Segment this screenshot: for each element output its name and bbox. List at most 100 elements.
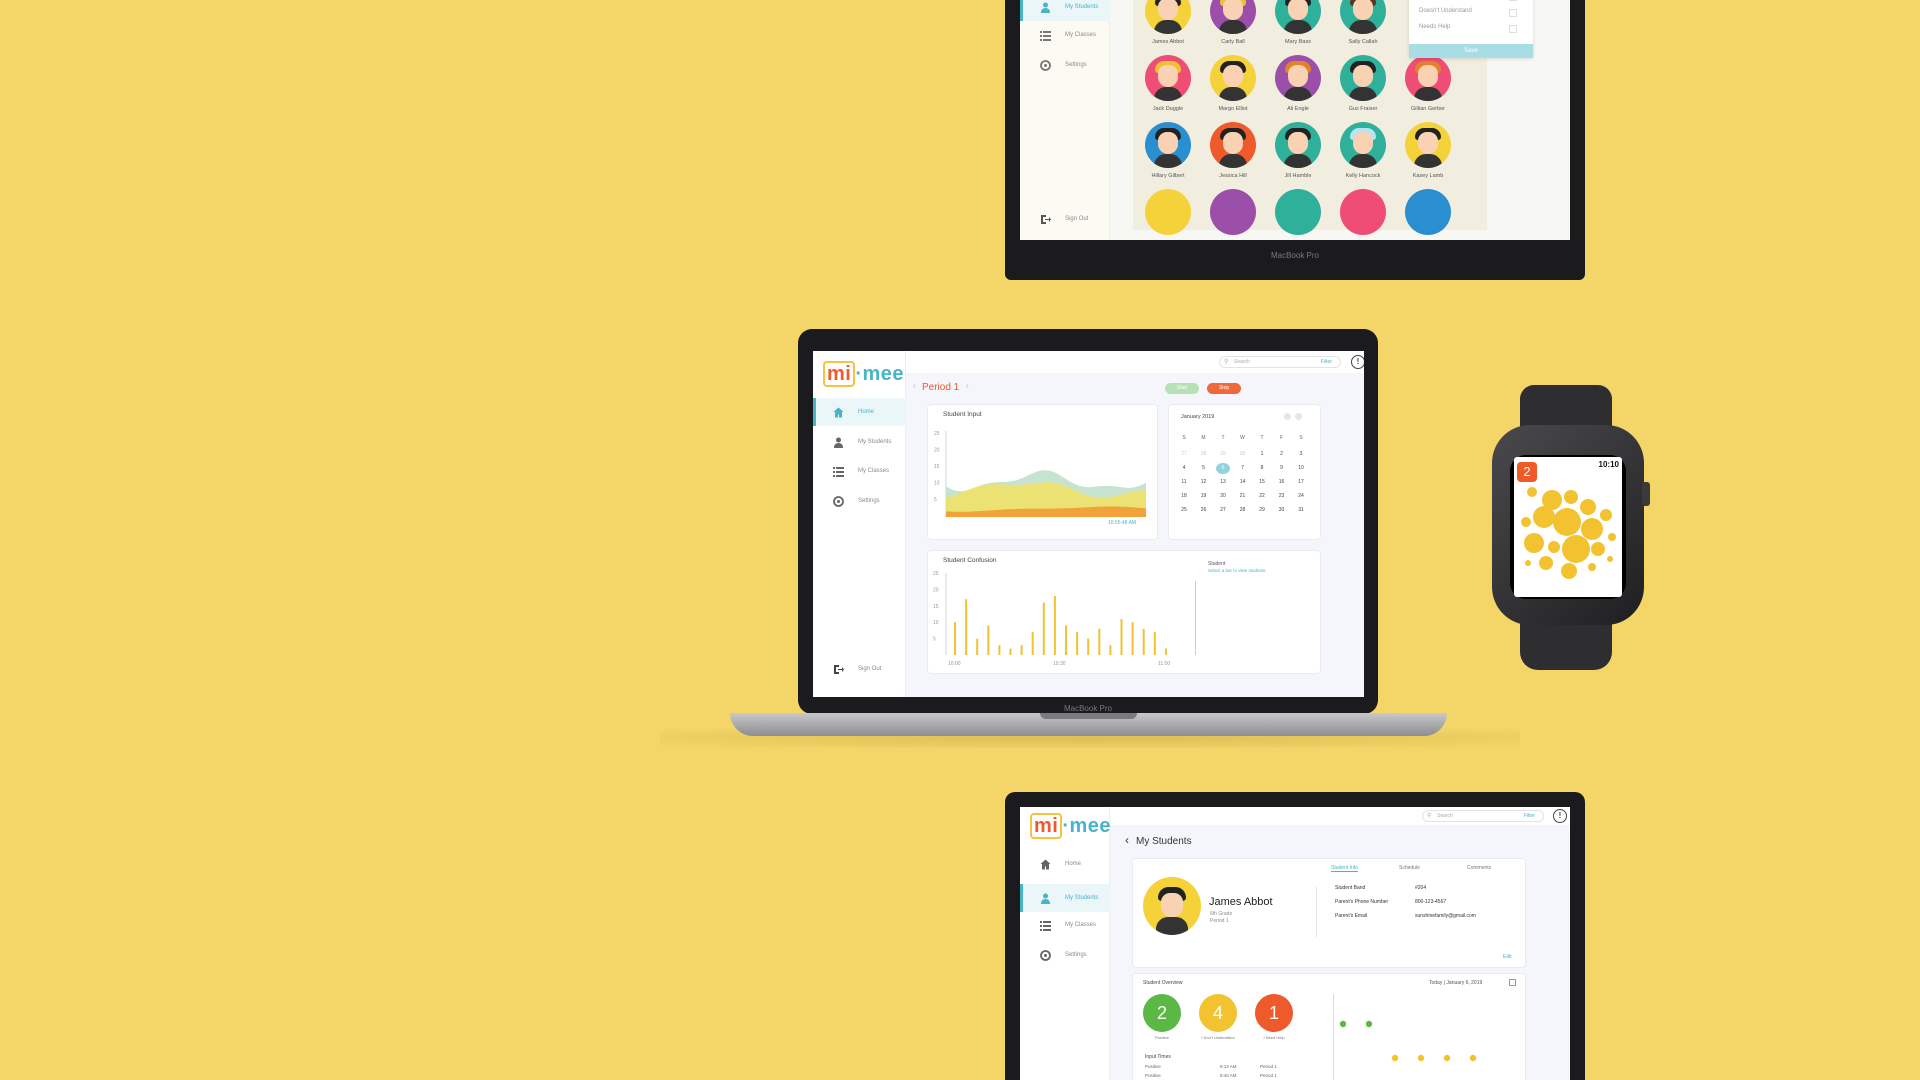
input-dot[interactable] xyxy=(1365,1020,1373,1028)
input-bubble[interactable] xyxy=(1524,533,1544,553)
filter-checkbox[interactable] xyxy=(1509,0,1517,1)
student-avatar[interactable] xyxy=(1210,189,1256,235)
confusion-bar[interactable] xyxy=(954,622,956,655)
calendar-day[interactable]: 12 xyxy=(1197,477,1211,488)
student-avatar[interactable] xyxy=(1275,122,1321,168)
confusion-bar[interactable] xyxy=(1031,632,1034,655)
student-avatar[interactable] xyxy=(1145,55,1191,101)
sidebar-item-home[interactable]: Home xyxy=(1020,850,1110,878)
calendar-day[interactable]: 27 xyxy=(1177,449,1191,460)
input-dot[interactable] xyxy=(1417,1054,1425,1062)
student-avatar[interactable] xyxy=(1340,55,1386,101)
calendar-day[interactable]: 29 xyxy=(1216,449,1230,460)
calendar-day[interactable]: 25 xyxy=(1177,505,1191,516)
student-avatar[interactable] xyxy=(1340,122,1386,168)
sidebar-item-my-classes[interactable]: My Classes xyxy=(1020,911,1110,939)
edit-button[interactable]: Edit xyxy=(1503,954,1512,960)
input-bubble[interactable] xyxy=(1548,541,1560,553)
calendar-day[interactable]: 8 xyxy=(1255,463,1269,474)
sidebar-item-my-students[interactable]: My Students xyxy=(1020,0,1110,21)
calendar-day[interactable]: 6 xyxy=(1216,463,1230,474)
calendar-day[interactable]: 5 xyxy=(1197,463,1211,474)
confusion-bar[interactable] xyxy=(1098,628,1101,655)
confusion-bar[interactable] xyxy=(1142,628,1145,655)
calendar-day[interactable]: 23 xyxy=(1275,491,1289,502)
input-bubble[interactable] xyxy=(1521,517,1531,527)
input-bubble[interactable] xyxy=(1600,509,1612,521)
confusion-bar[interactable] xyxy=(987,625,990,655)
student-avatar[interactable] xyxy=(1405,122,1451,168)
calendar-day[interactable]: 29 xyxy=(1255,505,1269,516)
input-bubble[interactable] xyxy=(1607,556,1613,562)
input-bubble[interactable] xyxy=(1539,556,1553,570)
confusion-bar[interactable] xyxy=(1020,645,1023,655)
input-bubble[interactable] xyxy=(1564,490,1578,504)
calendar-day[interactable]: 13 xyxy=(1216,477,1230,488)
calendar-day[interactable]: 2 xyxy=(1275,449,1289,460)
sidebar-item-home[interactable]: Home xyxy=(813,398,906,426)
calendar-day[interactable]: 31 xyxy=(1294,505,1308,516)
calendar-day[interactable]: 27 xyxy=(1216,505,1230,516)
calendar-day[interactable]: 3 xyxy=(1294,449,1308,460)
confusion-bar[interactable] xyxy=(1065,625,1067,655)
calendar-day[interactable]: 28 xyxy=(1197,449,1211,460)
input-bubble[interactable] xyxy=(1588,563,1596,571)
alert-icon[interactable]: ! xyxy=(1553,809,1567,823)
confusion-bar[interactable] xyxy=(1164,648,1167,655)
input-dot[interactable] xyxy=(1339,1020,1347,1028)
calendar-day[interactable]: 30 xyxy=(1236,449,1250,460)
filter-button[interactable]: Filter xyxy=(1321,357,1332,368)
sidebar-item-my-classes[interactable]: My Classes xyxy=(813,457,906,485)
calendar-day[interactable]: 7 xyxy=(1236,463,1250,474)
period-next-icon[interactable]: › xyxy=(966,381,969,390)
student-avatar[interactable] xyxy=(1210,55,1256,101)
sidebar-item-settings[interactable]: Settings xyxy=(1020,51,1110,79)
period-prev-icon[interactable]: ‹ xyxy=(913,381,916,390)
filter-checkbox[interactable] xyxy=(1509,9,1517,17)
calendar-day[interactable]: 16 xyxy=(1275,477,1289,488)
calendar-day[interactable]: 11 xyxy=(1177,477,1191,488)
student-avatar[interactable] xyxy=(1145,122,1191,168)
save-button[interactable]: Save xyxy=(1409,44,1533,58)
search-box[interactable]: ⚲ Search Filter xyxy=(1422,810,1544,822)
calendar-day[interactable]: 1 xyxy=(1255,449,1269,460)
confusion-bar[interactable] xyxy=(1076,632,1079,655)
confusion-bar[interactable] xyxy=(1053,595,1056,655)
input-bubble[interactable] xyxy=(1527,487,1537,497)
signout-button[interactable]: Sign Out xyxy=(1020,205,1110,233)
student-avatar[interactable] xyxy=(1340,189,1386,235)
calendar-day[interactable]: 19 xyxy=(1197,491,1211,502)
confusion-bar[interactable] xyxy=(1109,645,1112,655)
confusion-bar[interactable] xyxy=(1153,632,1156,655)
input-bubble[interactable] xyxy=(1608,533,1616,541)
input-dot[interactable] xyxy=(1443,1054,1451,1062)
student-avatar[interactable] xyxy=(1210,0,1256,34)
confusion-bar[interactable] xyxy=(1120,618,1123,655)
confusion-bar[interactable] xyxy=(1042,602,1045,655)
student-avatar[interactable] xyxy=(1145,0,1191,34)
calendar-day[interactable]: 22 xyxy=(1255,491,1269,502)
input-bubble[interactable] xyxy=(1580,499,1596,515)
student-avatar[interactable] xyxy=(1275,55,1321,101)
student-avatar[interactable] xyxy=(1340,0,1386,34)
sidebar-item-my-students[interactable]: My Students xyxy=(813,428,906,456)
input-bubble[interactable] xyxy=(1562,535,1590,563)
sidebar-item-my-students[interactable]: My Students xyxy=(1020,884,1110,912)
calendar-day[interactable]: 24 xyxy=(1294,491,1308,502)
confusion-bar[interactable] xyxy=(998,645,1001,655)
sidebar-item-my-classes[interactable]: My Classes xyxy=(1020,21,1110,49)
filter-button[interactable]: Filter xyxy=(1524,811,1535,822)
profile-tab[interactable]: Student Info xyxy=(1331,865,1358,872)
input-bubble[interactable] xyxy=(1581,518,1603,540)
calendar-day[interactable]: 30 xyxy=(1275,505,1289,516)
confusion-bar[interactable] xyxy=(1009,648,1012,655)
calendar-day[interactable]: 18 xyxy=(1177,491,1191,502)
calendar-day[interactable]: 9 xyxy=(1275,463,1289,474)
stop-button[interactable]: Stop xyxy=(1207,383,1241,394)
input-bubble[interactable] xyxy=(1533,506,1555,528)
search-box[interactable]: ⚲ Search Filter xyxy=(1219,356,1341,368)
confusion-bar[interactable] xyxy=(976,638,979,655)
input-bubble[interactable] xyxy=(1561,563,1577,579)
back-icon[interactable]: ‹ xyxy=(1125,833,1129,847)
confusion-bar[interactable] xyxy=(1131,622,1134,655)
